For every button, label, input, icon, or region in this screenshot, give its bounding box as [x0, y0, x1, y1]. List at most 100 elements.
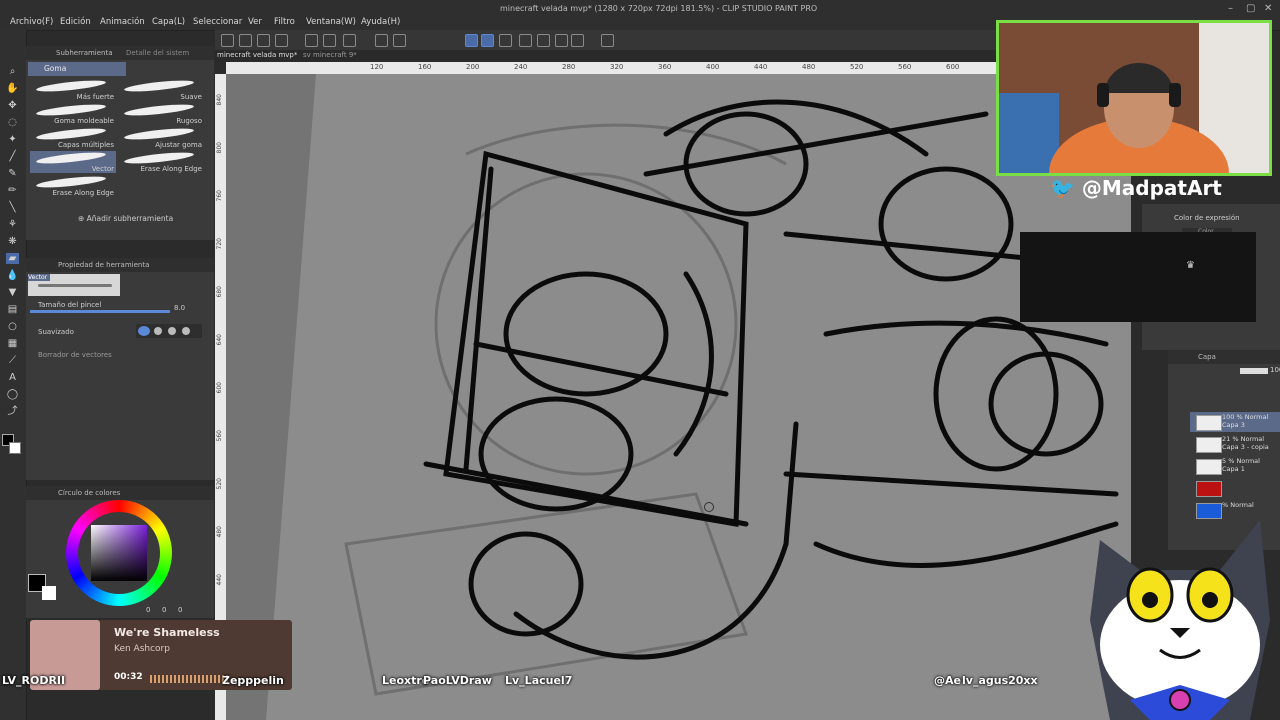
brush-harder[interactable]: Más fuerte: [30, 78, 116, 101]
menu-file[interactable]: Archivo(F): [10, 17, 53, 27]
snap-grid-icon[interactable]: [499, 34, 512, 47]
crown-icon: ♛: [1186, 260, 1195, 271]
flip-icon[interactable]: [519, 34, 532, 47]
correct-line-tool-icon[interactable]: ⤴: [6, 406, 19, 417]
zoom-tool-icon[interactable]: ⌕: [6, 66, 19, 77]
fill-tool-icon[interactable]: ▼: [6, 287, 19, 298]
menu-window[interactable]: Ventana(W): [306, 17, 356, 27]
gradient-tool-icon[interactable]: ▤: [6, 304, 19, 315]
menu-select[interactable]: Seleccionar: [193, 17, 242, 27]
eyedropper-tool-icon[interactable]: ╱: [6, 151, 19, 162]
snap-ruler-icon[interactable]: [465, 34, 478, 47]
ruler-tick-label: 440: [216, 574, 223, 586]
brush-vector[interactable]: Vector: [30, 150, 116, 173]
frame-tool-icon[interactable]: ▦: [6, 338, 19, 349]
saturation-box[interactable]: [91, 525, 147, 581]
spinner-icon[interactable]: [343, 34, 356, 47]
redo-icon[interactable]: [323, 34, 336, 47]
menu-view[interactable]: Ver: [248, 17, 262, 27]
eraser-cursor: [704, 502, 714, 512]
zoom-icon[interactable]: [555, 34, 568, 47]
tab-system-detail[interactable]: Detalle del sistem: [126, 46, 189, 60]
smoothing-selector[interactable]: [136, 324, 202, 338]
lasso-tool-icon[interactable]: ◌: [6, 117, 19, 128]
minimize-icon[interactable]: –: [1228, 3, 1233, 14]
hand-tool-icon[interactable]: ✋: [6, 83, 19, 94]
document-tab[interactable]: sv minecraft 9*: [303, 51, 357, 59]
sub-color-swatch-panel[interactable]: [42, 586, 56, 600]
smoothing-label: Suavizado: [38, 328, 74, 336]
balloon-tool-icon[interactable]: ◯: [6, 389, 19, 400]
settings-icon[interactable]: [601, 34, 614, 47]
ruler-tick-label: 840: [216, 94, 223, 106]
menu-filter[interactable]: Filtro: [274, 17, 295, 27]
layer-item[interactable]: 21 % Normal Capa 3 - copia: [1190, 434, 1280, 454]
add-subtool-label: Añadir subherramienta: [86, 214, 174, 223]
menu-edit[interactable]: Edición: [60, 17, 91, 27]
brush-kneaded[interactable]: Goma moldeable: [30, 102, 116, 125]
opacity-value[interactable]: 100: [1270, 366, 1280, 374]
sub-color-swatch[interactable]: [9, 442, 21, 454]
snap-special-ruler-icon[interactable]: [481, 34, 494, 47]
preset-label: Vector: [28, 274, 50, 281]
maximize-icon[interactable]: ▢: [1246, 3, 1255, 14]
document-tab-active[interactable]: minecraft velada mvp*: [217, 51, 297, 59]
new-file-icon[interactable]: [221, 34, 234, 47]
close-icon[interactable]: ✕: [1264, 3, 1272, 14]
stroke-preview: [38, 284, 112, 287]
brush-multiple-layers[interactable]: Capas múltiples: [30, 126, 116, 149]
layer-thumbnail: [1196, 437, 1222, 453]
fit-icon[interactable]: [571, 34, 584, 47]
open-file-icon[interactable]: [239, 34, 252, 47]
wand-tool-icon[interactable]: ✦: [6, 134, 19, 145]
layer-item[interactable]: 5 % Normal Capa 1: [1190, 456, 1280, 476]
ruler-tick-label: 280: [562, 63, 576, 71]
handle-text: @MadpatArt: [1081, 176, 1222, 200]
layer-info: 21 % Normal Capa 3 - copia: [1222, 435, 1269, 451]
tab-subtool[interactable]: Subherramienta: [56, 46, 113, 60]
brush-snap-eraser[interactable]: Ajustar goma: [118, 126, 204, 149]
ruler-tick-label: 480: [802, 63, 816, 71]
ruler-tick-label: 600: [216, 382, 223, 394]
figure-tool-icon[interactable]: ○: [6, 321, 19, 332]
menu-layer[interactable]: Capa(L): [152, 17, 185, 27]
subtool-group-eraser[interactable]: Goma: [28, 62, 126, 76]
brush-erase-along-edge-2[interactable]: Erase Along Edge: [30, 174, 116, 197]
brush-erase-along-edge[interactable]: Erase Along Edge: [118, 150, 204, 173]
layer-item[interactable]: 100 % Normal Capa 3: [1190, 412, 1280, 432]
eraser-tool-icon[interactable]: ▰: [6, 253, 19, 264]
menu-help[interactable]: Ayuda(H): [361, 17, 400, 27]
text-tool-icon[interactable]: A: [6, 372, 19, 383]
ruler-tick-label: 120: [370, 63, 384, 71]
add-subtool-button[interactable]: ⊕ Añadir subherramienta: [78, 214, 173, 223]
brush-rough[interactable]: Rugoso: [118, 102, 204, 125]
transform-icon[interactable]: [393, 34, 406, 47]
brush-label: Erase Along Edge: [140, 165, 202, 173]
save-icon[interactable]: [257, 34, 270, 47]
fill-icon[interactable]: [375, 34, 388, 47]
blend-tool-icon[interactable]: 💧: [6, 270, 19, 281]
brush-tool-icon[interactable]: ╲: [6, 202, 19, 213]
window-title: minecraft velada mvp* (1280 x 720px 72dp…: [500, 4, 818, 13]
decoration-tool-icon[interactable]: ❋: [6, 236, 19, 247]
brush-size-value[interactable]: 8.0: [174, 304, 185, 312]
opacity-slider[interactable]: [1240, 368, 1268, 374]
ruler-tool-icon[interactable]: ⟋: [6, 355, 19, 366]
undo-icon[interactable]: [305, 34, 318, 47]
ruler-tick-label: 520: [850, 63, 864, 71]
brush-size-slider[interactable]: [30, 310, 170, 313]
airbrush-tool-icon[interactable]: ⚘: [6, 219, 19, 230]
ruler-tick-label: 240: [514, 63, 528, 71]
move-tool-icon[interactable]: ✥: [6, 100, 19, 111]
pencil-tool-icon[interactable]: ✏: [6, 185, 19, 196]
brush-size-label: Tamaño del pincel: [38, 301, 102, 309]
menu-animation[interactable]: Animación: [100, 17, 145, 27]
color-wheel-header: Círculo de colores: [26, 486, 214, 500]
pen-tool-icon[interactable]: ✎: [6, 168, 19, 179]
ruler-tick-label: 360: [658, 63, 672, 71]
rotate-icon[interactable]: [537, 34, 550, 47]
ruler-tick-label: 520: [216, 478, 223, 490]
export-icon[interactable]: [275, 34, 288, 47]
brush-soft[interactable]: Suave: [118, 78, 204, 101]
layer-item[interactable]: [1190, 478, 1280, 498]
